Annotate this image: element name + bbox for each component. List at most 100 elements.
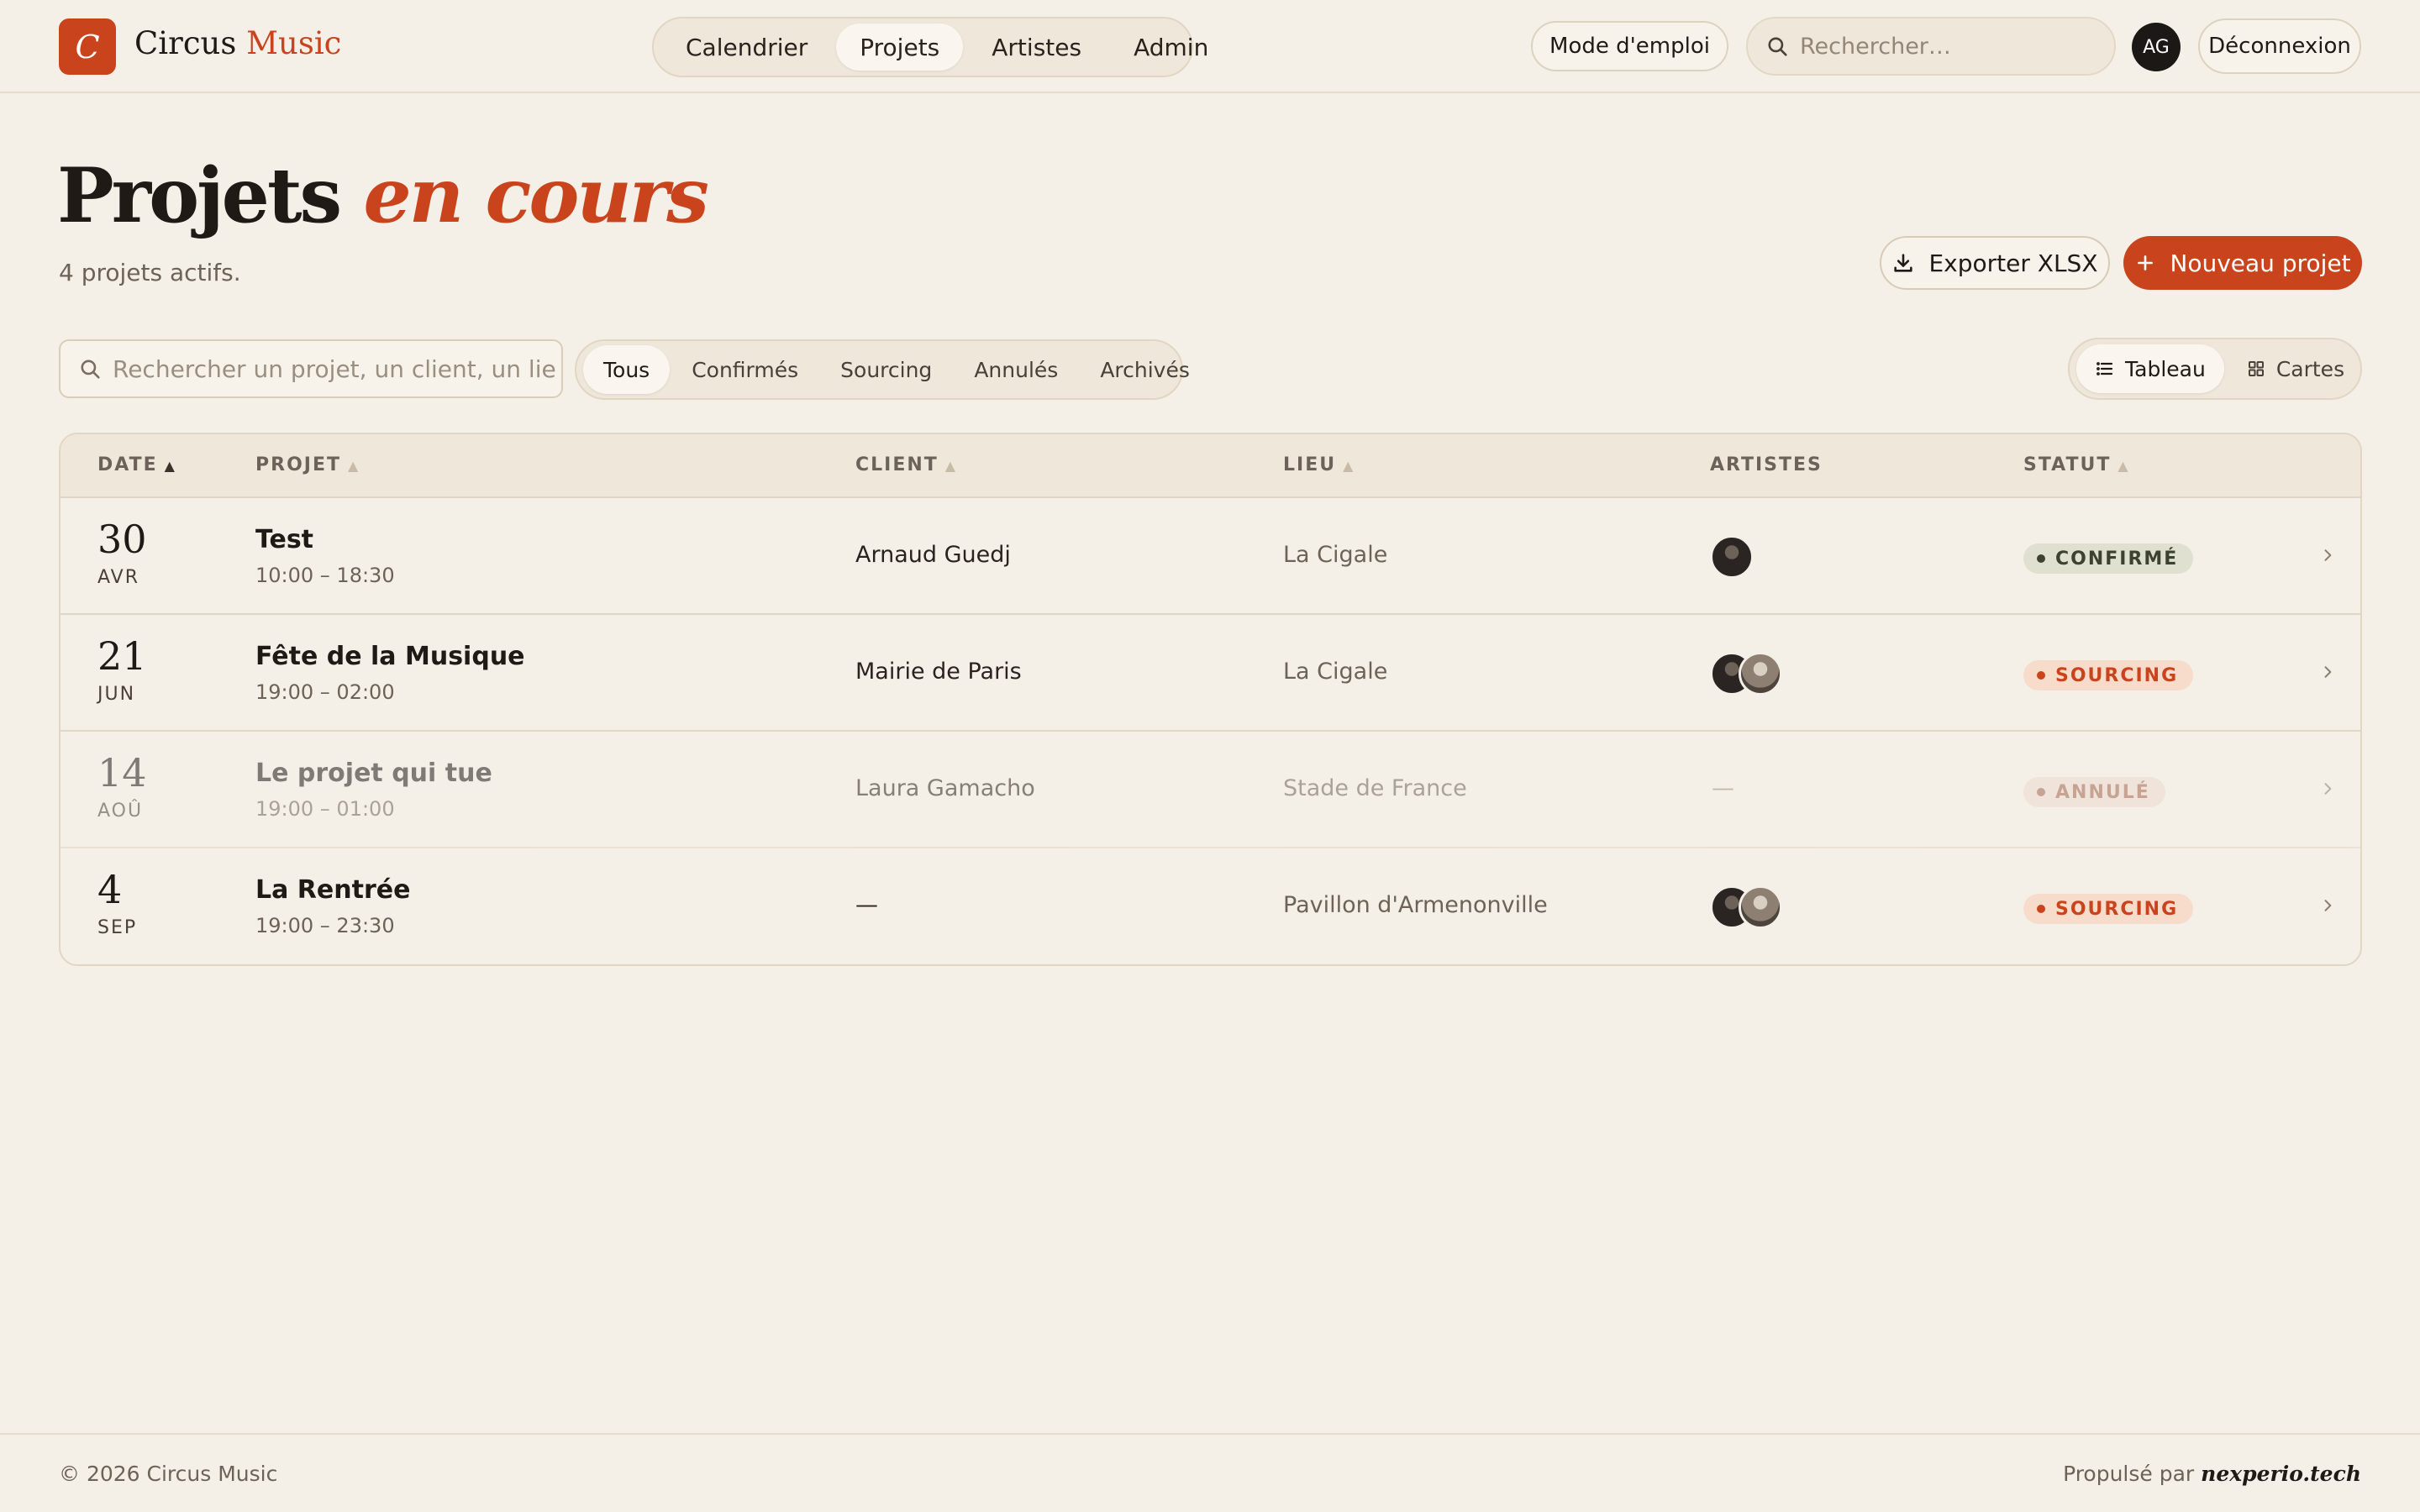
table-row[interactable]: 21 JUN Fête de la Musique 19:00 – 02:00 … bbox=[60, 615, 2360, 732]
powered-by-brand-link[interactable]: nexperio.tech bbox=[2201, 1462, 2361, 1486]
row-month: JUN bbox=[97, 684, 136, 705]
row-project-name: Test bbox=[255, 525, 314, 554]
row-day: 4 bbox=[97, 867, 123, 912]
chevron-right-icon[interactable] bbox=[2311, 772, 2344, 806]
global-search[interactable] bbox=[1746, 17, 2116, 76]
page-title-main: Projets bbox=[57, 151, 342, 240]
view-tab-cards[interactable]: Cartes bbox=[2228, 344, 2363, 393]
status-badge: CONFIRMÉ bbox=[2023, 543, 2194, 574]
main-nav: Calendrier Projets Artistes Admin bbox=[652, 17, 1208, 77]
sort-icon: ▲ bbox=[2118, 458, 2130, 474]
grid-icon bbox=[2248, 361, 2264, 376]
artist-avatar[interactable] bbox=[1710, 535, 1754, 579]
powered-by: Propulsé par nexperio.tech bbox=[2063, 1462, 2361, 1486]
status-badge-label: ANNULÉ bbox=[2055, 781, 2150, 803]
plus-icon bbox=[2138, 255, 2154, 270]
logo-name-accent: Music bbox=[246, 25, 342, 61]
column-header-lieu[interactable]: LIEU ▲ bbox=[1283, 454, 1355, 475]
chevron-right-icon[interactable] bbox=[2311, 538, 2344, 572]
column-header-projet-label: PROJET bbox=[255, 454, 341, 475]
export-xlsx-button[interactable]: Exporter XLSX bbox=[1880, 236, 2110, 290]
page-title: Projets en cours bbox=[57, 158, 709, 234]
logo-icon[interactable]: C bbox=[59, 18, 116, 75]
column-header-client[interactable]: CLIENT ▲ bbox=[855, 454, 957, 475]
chevron-right-icon[interactable] bbox=[2311, 655, 2344, 689]
status-filter-tabs: Tous Confirmés Sourcing Annulés Archivés bbox=[575, 339, 1190, 400]
table-row[interactable]: 14 AOÛ Le projet qui tue 19:00 – 01:00 L… bbox=[60, 732, 2360, 848]
view-tab-table-label: Tableau bbox=[2125, 356, 2206, 381]
artist-avatar[interactable] bbox=[1739, 652, 1782, 696]
row-project-name: Fête de la Musique bbox=[255, 642, 525, 671]
row-time-range: 19:00 – 23:30 bbox=[255, 914, 395, 937]
logout-button[interactable]: Déconnexion bbox=[2198, 18, 2361, 74]
filter-tab-tous[interactable]: Tous bbox=[583, 345, 671, 394]
status-dot-icon bbox=[2037, 554, 2045, 563]
chevron-right-icon[interactable] bbox=[2311, 889, 2344, 922]
page-title-accent: en cours bbox=[363, 151, 709, 240]
user-guide-button[interactable]: Mode d'emploi bbox=[1531, 21, 1728, 71]
row-month: SEP bbox=[97, 917, 138, 938]
row-venue: Pavillon d'Armenonville bbox=[1283, 892, 1548, 918]
column-header-statut[interactable]: STATUT ▲ bbox=[2023, 454, 2130, 475]
row-client: Arnaud Guedj bbox=[855, 542, 1011, 568]
status-badge: SOURCING bbox=[2023, 894, 2194, 924]
column-header-statut-label: STATUT bbox=[2023, 454, 2112, 475]
table-row[interactable]: 4 SEP La Rentrée 19:00 – 23:30 — Pavillo… bbox=[60, 848, 2360, 964]
view-tab-table[interactable]: Tableau bbox=[2076, 344, 2224, 393]
row-venue: Stade de France bbox=[1283, 775, 1467, 801]
column-header-date[interactable]: DATE ▲ bbox=[97, 454, 176, 475]
new-project-label: Nouveau projet bbox=[2170, 249, 2351, 277]
download-icon bbox=[1894, 254, 1913, 272]
column-header-projet[interactable]: PROJET ▲ bbox=[255, 454, 360, 475]
export-xlsx-label: Exporter XLSX bbox=[1928, 249, 2098, 277]
row-venue: La Cigale bbox=[1283, 542, 1388, 568]
row-venue: La Cigale bbox=[1283, 659, 1388, 685]
row-client: Laura Gamacho bbox=[855, 775, 1035, 801]
user-avatar[interactable]: AG bbox=[2132, 23, 2181, 71]
view-toggle: Tableau Cartes bbox=[2068, 338, 2362, 400]
filter-tab-sourcing[interactable]: Sourcing bbox=[820, 345, 952, 394]
table-header: DATE ▲ PROJET ▲ CLIENT ▲ LIEU ▲ ARTISTES STA… bbox=[60, 434, 2360, 498]
row-time-range: 19:00 – 02:00 bbox=[255, 680, 395, 704]
global-search-input[interactable] bbox=[1800, 33, 2102, 60]
row-artists bbox=[1710, 535, 1754, 579]
status-badge-label: SOURCING bbox=[2055, 898, 2179, 920]
artist-avatar[interactable] bbox=[1739, 885, 1782, 929]
status-dot-icon bbox=[2037, 788, 2045, 796]
row-time-range: 19:00 – 01:00 bbox=[255, 797, 395, 821]
powered-by-prefix: Propulsé par bbox=[2063, 1462, 2195, 1486]
filter-tab-confirmes[interactable]: Confirmés bbox=[671, 345, 818, 394]
row-project-name: La Rentrée bbox=[255, 875, 411, 905]
nav-item-calendrier[interactable]: Calendrier bbox=[662, 24, 831, 71]
project-search[interactable] bbox=[59, 339, 563, 398]
search-icon bbox=[1768, 37, 1787, 56]
row-day: 30 bbox=[97, 517, 147, 562]
new-project-button[interactable]: Nouveau projet bbox=[2123, 236, 2362, 290]
project-search-input[interactable] bbox=[113, 354, 558, 383]
sort-icon: ▲ bbox=[1343, 458, 1355, 474]
footer: © 2026 Circus Music Propulsé par nexperi… bbox=[0, 1433, 2420, 1512]
table-row[interactable]: 30 AVR Test 10:00 – 18:30 Arnaud Guedj L… bbox=[60, 498, 2360, 615]
row-day: 14 bbox=[97, 750, 147, 795]
search-icon bbox=[81, 360, 100, 379]
status-badge: ANNULÉ bbox=[2023, 777, 2165, 807]
nav-item-projets[interactable]: Projets bbox=[836, 24, 964, 71]
row-month: AOÛ bbox=[97, 801, 144, 822]
logo-wordmark[interactable]: Circus Music bbox=[134, 25, 341, 61]
row-project-name: Le projet qui tue bbox=[255, 759, 492, 788]
filter-tab-annules[interactable]: Annulés bbox=[954, 345, 1078, 394]
row-artists-empty: — bbox=[1712, 775, 1734, 801]
top-bar: C Circus Music Calendrier Projets Artist… bbox=[0, 0, 2420, 93]
row-time-range: 10:00 – 18:30 bbox=[255, 564, 395, 587]
row-artists bbox=[1710, 652, 1782, 696]
view-tab-cards-label: Cartes bbox=[2275, 356, 2345, 381]
row-client: — bbox=[855, 892, 878, 918]
row-month: AVR bbox=[97, 567, 139, 588]
filter-tab-archives[interactable]: Archivés bbox=[1080, 345, 1210, 394]
column-header-artistes-label: ARTISTES bbox=[1710, 454, 1823, 475]
logo-name-main: Circus bbox=[134, 25, 237, 61]
status-badge-label: CONFIRMÉ bbox=[2055, 548, 2179, 570]
status-dot-icon bbox=[2037, 905, 2045, 913]
nav-item-artistes[interactable]: Artistes bbox=[968, 24, 1105, 71]
nav-item-admin[interactable]: Admin bbox=[1110, 24, 1232, 71]
